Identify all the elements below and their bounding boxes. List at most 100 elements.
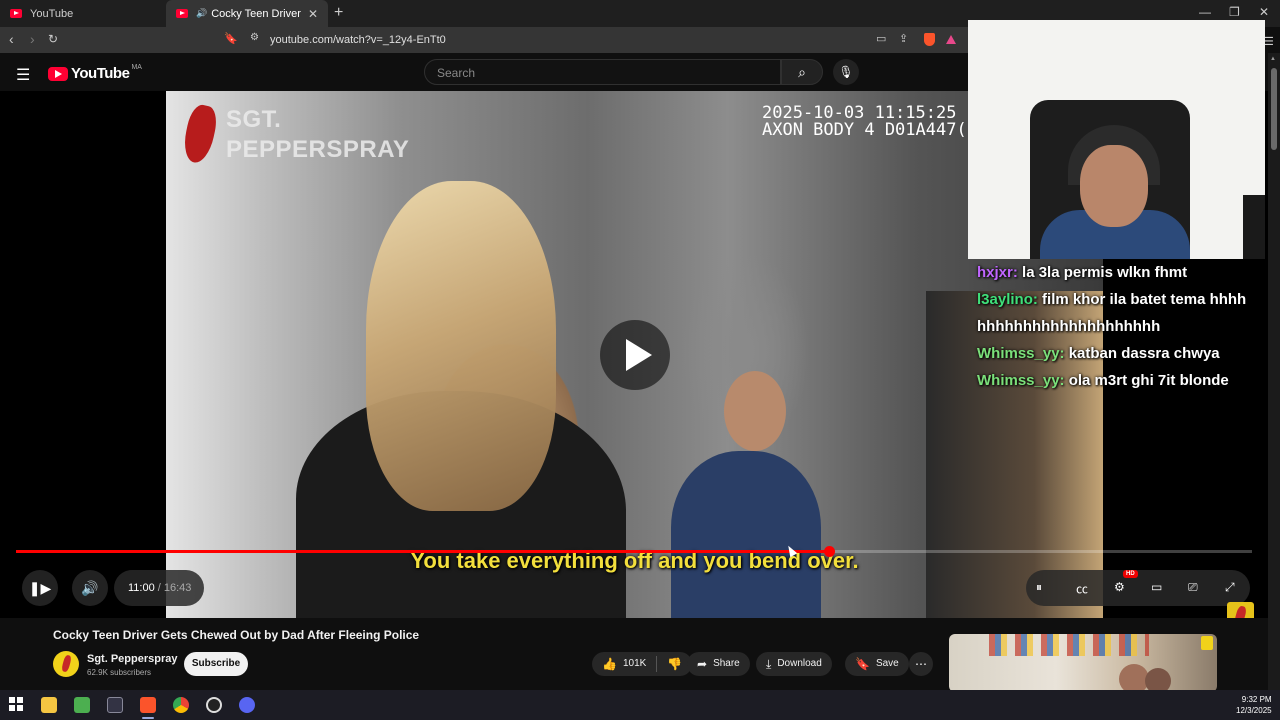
clock-time: 9:32 PM <box>1241 695 1272 704</box>
thumbnail-flags <box>989 634 1149 656</box>
minimize-icon[interactable]: — <box>1199 5 1211 19</box>
chat-username: l3aylino <box>977 291 1033 308</box>
video-person-bystander-head <box>724 371 786 451</box>
chrome-icon[interactable] <box>173 697 189 713</box>
youtube-favicon-icon <box>10 9 22 18</box>
close-tab-icon[interactable]: ✕ <box>308 7 318 21</box>
progress-bar[interactable] <box>16 546 1252 557</box>
download-button[interactable]: ⤓ Download <box>756 652 832 676</box>
more-actions-button[interactable]: ⋯ <box>909 652 933 676</box>
youtube-logo-icon <box>48 66 68 81</box>
divider <box>656 656 658 672</box>
time-display: 11:00 / 16:43 <box>114 570 204 606</box>
microphone-icon: 🎙 <box>838 65 854 79</box>
subscribe-button[interactable]: Subscribe <box>184 652 248 676</box>
chat-text: ola m3rt ghi 7it blonde <box>1068 372 1229 389</box>
save-button[interactable]: 🔖 Save <box>845 652 909 676</box>
like-dislike-group: 👍 101K 👎 <box>592 652 693 676</box>
recommended-video-thumbnail[interactable] <box>949 634 1217 692</box>
scrollbar-thumb[interactable] <box>1271 68 1277 150</box>
captions-icon[interactable]: ㏄ <box>1076 580 1088 597</box>
chat-message: hxjxr: la 3la permis wlkn fhmt <box>977 264 1188 281</box>
system-clock[interactable]: 9:32 PM 12/3/2025 <box>1236 694 1272 716</box>
site-info-icon[interactable]: ⚙ <box>250 32 259 43</box>
tab-label: Cocky Teen Driver Gets Chewed <box>211 7 304 20</box>
search-button[interactable]: ⌕ <box>781 59 823 85</box>
current-time: 11:00 <box>128 582 155 594</box>
notepad-plus-icon[interactable] <box>74 697 90 713</box>
play-overlay-icon[interactable] <box>600 320 670 390</box>
fullscreen-icon[interactable]: ⤢ <box>1225 580 1235 595</box>
reload-icon[interactable]: ↻ <box>48 32 58 46</box>
play-pause-button[interactable]: ❚▶ <box>22 570 58 606</box>
progress-played <box>16 550 830 553</box>
restore-icon[interactable]: ❐ <box>1229 5 1240 19</box>
share-page-icon[interactable]: ⇪ <box>899 32 908 45</box>
menu-icon[interactable]: ☰ <box>16 65 30 85</box>
brave-rewards-icon[interactable] <box>946 35 956 44</box>
bodycam-timestamp: 2025-10-03 11:15:25 AXON BODY 4 D01A447( <box>762 103 967 140</box>
scroll-up-icon[interactable]: ▲ <box>1270 56 1276 62</box>
voice-search-button[interactable]: 🎙 <box>833 59 859 85</box>
clock-date: 12/3/2025 <box>1236 706 1272 715</box>
browser-toolbar: ‹ › ↻ 🔖 ⚙ youtube.com/watch?v=_12y4-EnTt… <box>0 27 968 53</box>
channel-branding-icon[interactable] <box>1227 602 1254 618</box>
new-tab-icon[interactable]: + <box>334 4 343 22</box>
discord-icon[interactable] <box>239 697 255 713</box>
youtube-logo[interactable]: YouTube MA <box>48 64 142 82</box>
hd-badge: HD <box>1123 570 1138 578</box>
brave-browser-icon[interactable] <box>140 697 156 719</box>
video-person-driver-hair <box>366 181 556 511</box>
webcam-person-face <box>1080 145 1148 227</box>
download-icon: ⤓ <box>766 657 772 671</box>
video-person-bystander <box>671 451 821 618</box>
volume-icon: 🔊 <box>81 580 99 596</box>
close-window-icon[interactable]: ✕ <box>1259 5 1269 19</box>
back-icon[interactable]: ‹ <box>9 31 14 47</box>
tab-label: YouTube <box>30 7 74 20</box>
miniplayer-icon[interactable]: ▭ <box>1151 580 1162 594</box>
duration: 16:43 <box>163 582 192 594</box>
cast-icon[interactable]: ▭ <box>876 32 886 45</box>
like-icon[interactable]: 👍 <box>602 652 617 676</box>
video-title: Cocky Teen Driver Gets Chewed Out by Dad… <box>53 628 420 642</box>
bookmark-icon: 🔖 <box>855 657 870 671</box>
settings-gear-icon[interactable]: ⚙ <box>1114 580 1125 594</box>
mute-button[interactable]: 🔊 <box>72 570 108 606</box>
screen-app-icon[interactable] <box>107 697 123 713</box>
subscriber-count: 62.9K subscribers <box>87 668 152 677</box>
file-explorer-icon[interactable] <box>41 697 57 713</box>
chat-message: Whimss_yy: katban dassra chwya <box>977 345 1220 362</box>
speaker-icon: 🔊 <box>196 8 208 18</box>
share-button[interactable]: ➦ Share <box>687 652 750 676</box>
ellipsis-icon: ⋯ <box>915 657 927 671</box>
forward-icon[interactable]: › <box>30 31 35 47</box>
url-field[interactable]: youtube.com/watch?v=_12y4-EnTt0 <box>270 34 446 46</box>
tab-active-video[interactable]: 🔊 Cocky Teen Driver Gets Chewed ✕ <box>166 0 328 27</box>
pepper-logo-icon <box>180 102 220 166</box>
tab-youtube[interactable]: YouTube <box>0 0 166 27</box>
obs-icon[interactable] <box>206 697 222 713</box>
autoplay-toggle-icon[interactable]: ⏸ <box>1036 580 1042 595</box>
chat-username: Whimss_yy <box>977 372 1060 389</box>
brave-shield-icon[interactable] <box>924 33 935 46</box>
browser-menu-icon[interactable]: ☰ <box>1264 35 1274 48</box>
search-input[interactable]: Search <box>424 59 781 85</box>
start-icon[interactable] <box>9 697 25 713</box>
channel-name[interactable]: Sgt. Pepperspray <box>87 653 177 665</box>
logo-text: YouTube <box>71 65 130 82</box>
thumbnail-person <box>1145 668 1171 692</box>
share-icon: ➦ <box>697 657 708 671</box>
video-metadata: Cocky Teen Driver Gets Chewed Out by Dad… <box>0 618 1268 692</box>
like-count[interactable]: 101K <box>623 652 646 676</box>
channel-avatar[interactable] <box>53 651 79 677</box>
bookmark-icon[interactable]: 🔖 <box>224 32 238 45</box>
cast-icon[interactable]: ⎚ <box>1188 580 1198 595</box>
youtube-header: ☰ YouTube MA Search ⌕ 🎙 <box>0 53 968 91</box>
player-right-controls: ⏸ ㏄ ⚙ ▭ ⎚ ⤢ <box>1026 570 1250 606</box>
dislike-icon[interactable]: 👎 <box>667 652 682 676</box>
watermark-line: SGT. <box>226 106 282 133</box>
download-label: Download <box>777 658 822 669</box>
channel-watermark: SGT. PEPPERSPRAY <box>226 105 409 165</box>
thumbnail-channel-icon <box>1201 636 1213 650</box>
